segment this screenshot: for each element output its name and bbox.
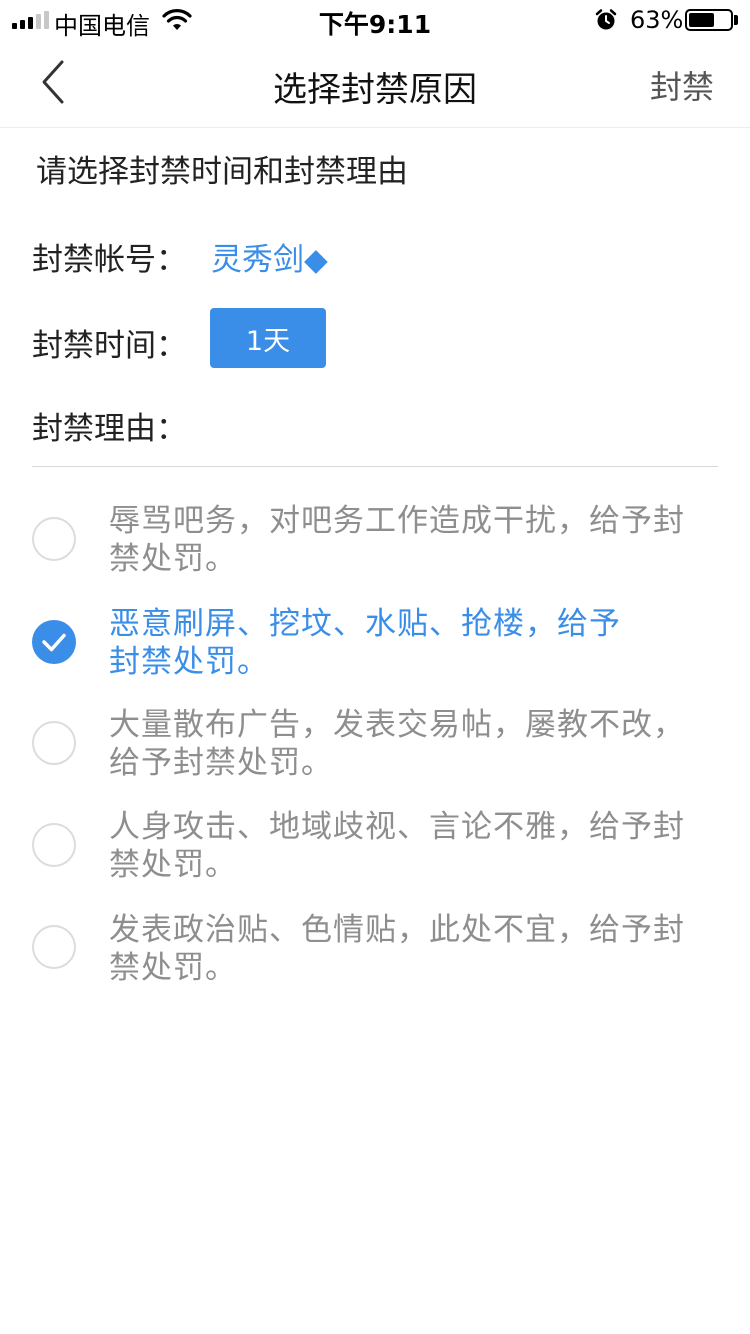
duration-label: 封禁时间： [32,328,187,364]
battery-icon [685,9,733,31]
instruction-text: 请选择封禁时间和封禁理由 [36,154,408,190]
account-value[interactable]: 灵秀剑◆ [211,234,328,279]
ban-button[interactable]: 封禁 [650,62,714,108]
nav-bar: 选择封禁原因 封禁 [0,40,750,128]
status-bar: 中国电信 下午9:11 63% [0,0,750,40]
radio-button[interactable] [32,721,76,765]
battery-percent: 63% [630,6,684,34]
page-title: 选择封禁原因 [273,70,477,110]
duration-button[interactable]: 1天 [210,308,326,368]
radio-button[interactable] [32,925,76,969]
radio-button[interactable] [32,517,76,561]
battery-tip [734,15,738,25]
battery-fill [689,13,715,27]
radio-button-checked[interactable] [32,620,76,664]
reason-text: 大量散布广告，发表交易帖，屡教不改，给予封禁处罚。 [109,707,685,781]
reason-text: 人身攻击、地域歧视、言论不雅，给予封禁处罚。 [109,809,685,883]
account-label: 封禁帐号： [32,242,187,278]
reason-text: 发表政治贴、色情贴，此处不宜，给予封禁处罚。 [109,912,685,986]
reason-text: 恶意刷屏、挖坟、水贴、抢楼，给予封禁处罚。 [109,606,621,680]
alarm-icon [595,9,617,30]
checkmark-icon [42,633,66,652]
reason-label: 封禁理由： [32,411,187,447]
radio-button[interactable] [32,823,76,867]
reason-text: 辱骂吧务，对吧务工作造成干扰，给予封禁处罚。 [109,503,685,577]
divider [32,466,718,467]
